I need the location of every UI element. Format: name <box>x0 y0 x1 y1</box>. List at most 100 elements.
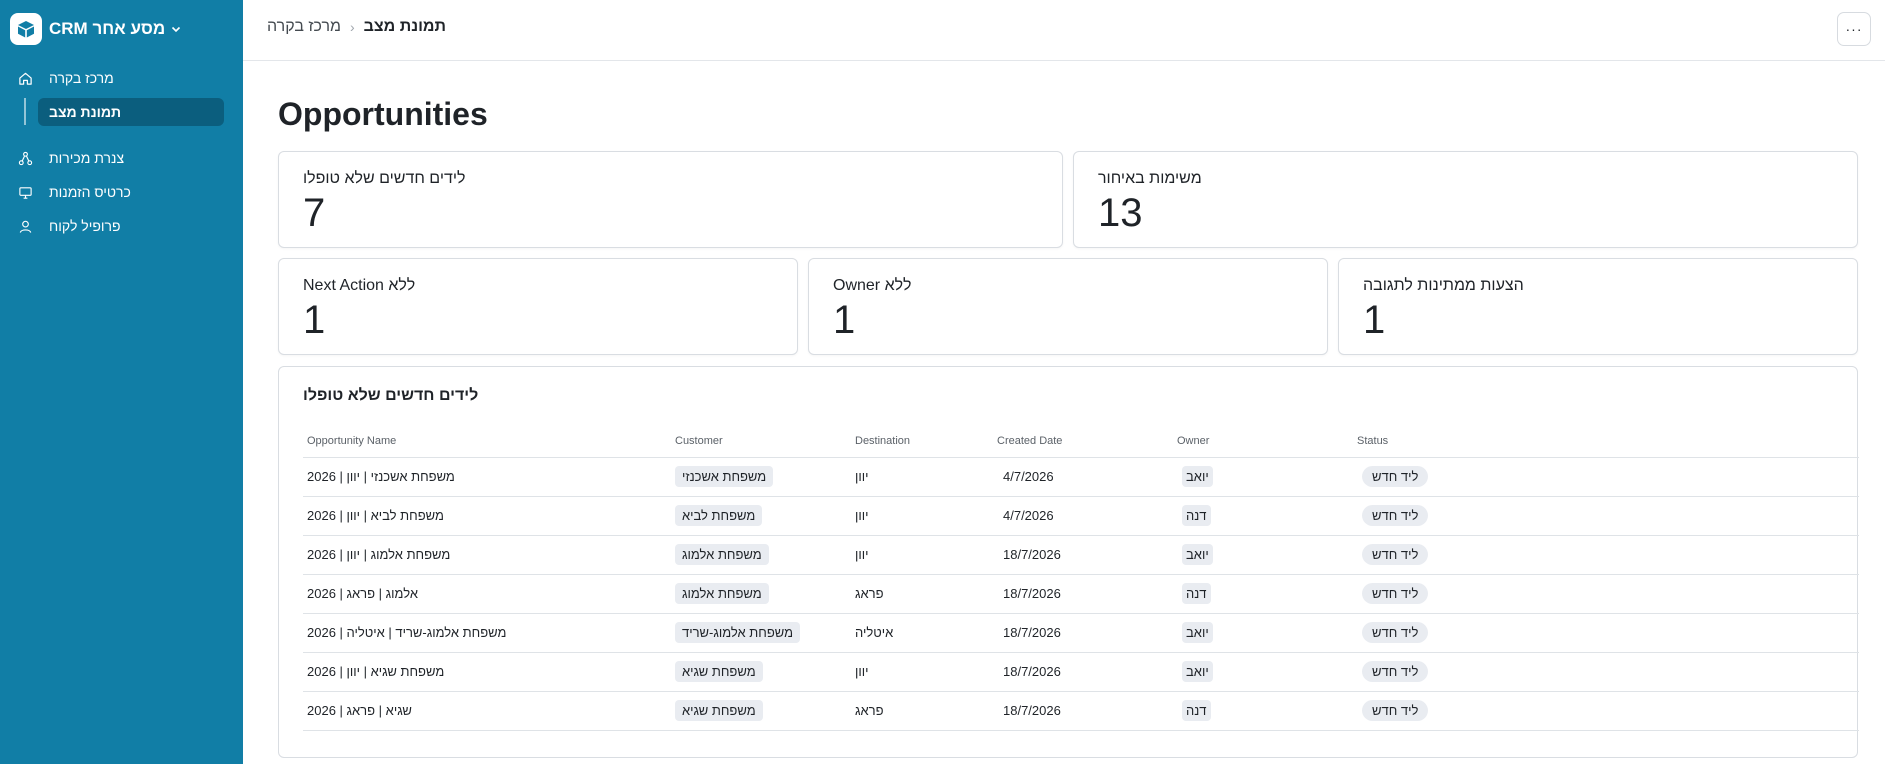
submenu-indent-line <box>24 98 26 125</box>
status-cell: ליד חדש <box>1353 535 1859 575</box>
sidebar-item-bookings-card[interactable]: כרטיס הזמנות <box>16 179 226 205</box>
table-row[interactable]: שגיא | פראג | 2026 משפחת שגיא פראג 18/7/… <box>303 691 1859 731</box>
created-date-cell: 18/7/2026 <box>993 613 1173 653</box>
sidebar-item-control-center[interactable]: מרכז בקרה <box>16 65 226 91</box>
destination: איטליה <box>855 625 894 640</box>
destination-cell: יוון <box>851 652 993 692</box>
table-row[interactable]: משפחת אשכנזי | יוון | 2026 משפחת אשכנזי … <box>303 457 1859 497</box>
opportunity-name: משפחת שגיא | יוון | 2026 <box>307 664 445 679</box>
kpi-card-overdue-tasks[interactable]: משימות באיחור 13 <box>1073 151 1858 248</box>
kpi-card-unhandled-leads[interactable]: לידים חדשים שלא טופלו 7 <box>278 151 1063 248</box>
sidebar-item-sales-pipeline[interactable]: צנרת מכירות <box>16 145 226 171</box>
opportunity-name: משפחת לביא | יוון | 2026 <box>307 508 444 523</box>
table-row[interactable]: משפחת שגיא | יוון | 2026 משפחת שגיא יוון… <box>303 652 1859 692</box>
customer-cell: משפחת שגיא <box>671 691 851 731</box>
kpi-card-no-next-action[interactable]: ללא Next Action 1 <box>278 258 798 355</box>
breadcrumb: מרכז בקרה › תמונת מצב <box>267 18 446 36</box>
opportunity-name: אלמוג | פראג | 2026 <box>307 586 418 601</box>
column-header-status[interactable]: Status <box>1353 435 1859 458</box>
customer-chip[interactable]: משפחת שגיא <box>675 700 763 721</box>
created-date: 18/7/2026 <box>1003 703 1061 718</box>
customer-chip[interactable]: משפחת אלמוג <box>675 544 769 565</box>
created-date: 18/7/2026 <box>1003 625 1061 640</box>
created-date: 18/7/2026 <box>1003 586 1061 601</box>
destination-cell: יוון <box>851 496 993 536</box>
sidebar-item-label: פרופיל לקוח <box>49 218 121 234</box>
table-title: לידים חדשים שלא טופלו <box>303 387 479 404</box>
customer-chip[interactable]: משפחת שגיא <box>675 661 763 682</box>
customer-chip[interactable]: משפחת אלמוג <box>675 583 769 604</box>
breadcrumb-current: תמונת מצב <box>363 18 447 35</box>
kpi-card-pending-quotes[interactable]: הצעות ממתינות לתגובה 1 <box>1338 258 1858 355</box>
status-badge: ליד חדש <box>1362 661 1429 682</box>
more-options-button[interactable]: ··· <box>1837 12 1871 46</box>
created-date-cell: 18/7/2026 <box>993 652 1173 692</box>
created-date-cell: 18/7/2026 <box>993 691 1173 731</box>
owner-chip: יואב <box>1182 622 1213 643</box>
table-row[interactable]: אלמוג | פראג | 2026 משפחת אלמוג פראג 18/… <box>303 574 1859 614</box>
page-title: Opportunities <box>278 96 488 132</box>
status-badge: ליד חדש <box>1362 505 1429 526</box>
home-icon <box>16 69 34 87</box>
opportunity-name: משפחת אלמוג | יוון | 2026 <box>307 547 451 562</box>
destination: יוון <box>855 508 869 523</box>
status-badge: ליד חדש <box>1362 544 1429 565</box>
customer-chip[interactable]: משפחת אשכנזי <box>675 466 774 487</box>
created-date-cell: 18/7/2026 <box>993 535 1173 575</box>
table-row[interactable]: משפחת לביא | יוון | 2026 משפחת לביא יוון… <box>303 496 1859 536</box>
column-header-owner[interactable]: Owner <box>1173 435 1353 458</box>
opportunity-name-cell: שגיא | פראג | 2026 <box>303 691 671 731</box>
opportunity-name-cell: אלמוג | פראג | 2026 <box>303 574 671 614</box>
created-date: 4/7/2026 <box>1003 469 1054 484</box>
column-header-opportunity-name[interactable]: Opportunity Name <box>303 435 671 458</box>
opportunities-table: Opportunity Name Customer Destination Cr… <box>303 435 1859 731</box>
owner-chip: יואב <box>1182 466 1213 487</box>
top-bar: מרכז בקרה › תמונת מצב ··· <box>243 0 1885 61</box>
created-date: 4/7/2026 <box>1003 508 1054 523</box>
destination: פראג <box>855 703 884 718</box>
customer-chip[interactable]: משפחת לביא <box>675 505 763 526</box>
kpi-label: ללא Owner <box>833 277 912 294</box>
destination-cell: יוון <box>851 457 993 497</box>
opportunity-name-cell: משפחת אלמוג | יוון | 2026 <box>303 535 671 575</box>
sidebar-item-status-snapshot[interactable]: תמונת מצב <box>38 98 224 126</box>
table-row[interactable]: משפחת אלמוג | יוון | 2026 משפחת אלמוג יו… <box>303 535 1859 575</box>
owner-chip: יואב <box>1182 544 1213 565</box>
owner-cell: יואב <box>1173 652 1353 692</box>
sidebar-item-label: כרטיס הזמנות <box>49 184 131 200</box>
owner-cell: דנה <box>1173 691 1353 731</box>
customer-chip[interactable]: משפחת אלמוג-שריד <box>675 622 801 643</box>
customer-cell: משפחת אשכנזי <box>671 457 851 497</box>
kpi-label: לידים חדשים שלא טופלו <box>303 170 466 187</box>
status-cell: ליד חדש <box>1353 691 1859 731</box>
customer-cell: משפחת לביא <box>671 496 851 536</box>
status-badge: ליד חדש <box>1362 466 1429 487</box>
kpi-card-no-owner[interactable]: ללא Owner 1 <box>808 258 1328 355</box>
column-header-destination[interactable]: Destination <box>851 435 993 458</box>
kpi-label: הצעות ממתינות לתגובה <box>1363 277 1524 294</box>
table-header-row: Opportunity Name Customer Destination Cr… <box>303 435 1859 458</box>
column-header-created-date[interactable]: Created Date <box>993 435 1173 458</box>
destination: פראג <box>855 586 884 601</box>
status-cell: ליד חדש <box>1353 652 1859 692</box>
status-badge: ליד חדש <box>1362 583 1429 604</box>
opportunity-name-cell: משפחת אשכנזי | יוון | 2026 <box>303 457 671 497</box>
owner-cell: דנה <box>1173 574 1353 614</box>
owner-cell: יואב <box>1173 613 1353 653</box>
column-header-customer[interactable]: Customer <box>671 435 851 458</box>
table-row[interactable]: משפחת אלמוג-שריד | איטליה | 2026 משפחת א… <box>303 613 1859 653</box>
pipeline-icon <box>16 149 34 167</box>
opportunity-name-cell: משפחת שגיא | יוון | 2026 <box>303 652 671 692</box>
customer-cell: משפחת שגיא <box>671 652 851 692</box>
app-switcher[interactable]: CRM מסע אחר <box>10 12 181 46</box>
status-cell: ליד חדש <box>1353 496 1859 536</box>
sidebar-item-customer-profile[interactable]: פרופיל לקוח <box>16 213 226 239</box>
sidebar: CRM מסע אחר מרכז בקרה תמונת מצב צנרת מכי… <box>0 0 243 764</box>
breadcrumb-parent[interactable]: מרכז בקרה <box>267 18 341 36</box>
destination: יוון <box>855 547 869 562</box>
destination-cell: יוון <box>851 535 993 575</box>
sidebar-item-label: מרכז בקרה <box>49 70 114 86</box>
status-badge: ליד חדש <box>1362 700 1429 721</box>
owner-cell: יואב <box>1173 457 1353 497</box>
kpi-label: משימות באיחור <box>1098 170 1202 187</box>
